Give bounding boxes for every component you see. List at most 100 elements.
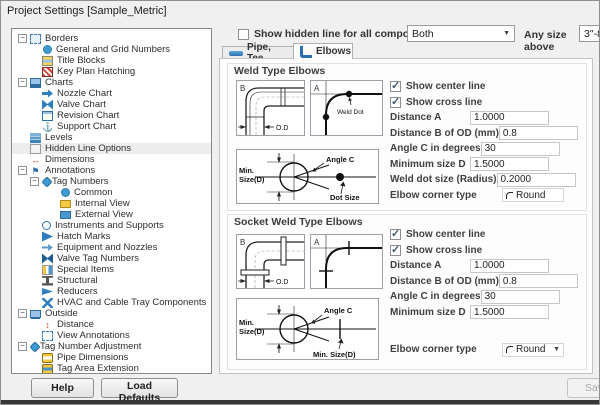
tree-item-pipe-dimensions[interactable]: Pipe Dimensions bbox=[24, 352, 211, 363]
component-filter-dropdown[interactable]: Both ▼ bbox=[407, 25, 515, 42]
min-size-label: Size(D) bbox=[239, 327, 265, 336]
outside-icon bbox=[30, 310, 41, 318]
field-label: Distance B of OD (mm) bbox=[390, 128, 499, 139]
view-annotations-icon bbox=[42, 331, 53, 341]
tree-item-outside[interactable]: Outside bbox=[12, 308, 211, 319]
tree-item-tag-numbers[interactable]: Tag Numbers bbox=[24, 176, 211, 187]
tree-label: General and Grid Numbers bbox=[56, 44, 170, 55]
tree-item-hatch-marks[interactable]: Hatch Marks bbox=[24, 231, 211, 242]
min-size-label: Min. bbox=[239, 166, 254, 175]
angle-c-label: Angle C bbox=[326, 155, 355, 164]
field-label: Elbow corner type bbox=[390, 190, 502, 201]
tree-item-key-plan-hatching[interactable]: Key Plan Hatching bbox=[24, 66, 211, 77]
minimum-size-d-input[interactable] bbox=[470, 305, 549, 319]
tree-item-external-view[interactable]: External View bbox=[42, 209, 211, 220]
collapse-icon[interactable] bbox=[18, 34, 27, 43]
collapse-icon[interactable] bbox=[30, 177, 39, 186]
elbow-corner-type-select[interactable]: Round ▼ bbox=[502, 343, 564, 357]
angle-c-label: Angle C bbox=[324, 306, 353, 315]
tree-item-title-blocks[interactable]: Title Blocks bbox=[24, 55, 211, 66]
field-label: Angle C in degrees bbox=[390, 143, 481, 154]
tree-item-tag-area-extension[interactable]: Tag Area Extension bbox=[24, 363, 211, 374]
distance-icon bbox=[42, 320, 53, 330]
tab-elbows[interactable]: Elbows bbox=[293, 43, 353, 59]
tree-item-nozzle-chart[interactable]: Nozzle Chart bbox=[24, 88, 211, 99]
tree-item-view-annotations[interactable]: View Annotations bbox=[24, 330, 211, 341]
checkbox-label: Show center line bbox=[406, 229, 584, 240]
checkbox-label: Show center line bbox=[406, 81, 584, 92]
distance-a-input[interactable] bbox=[470, 259, 549, 273]
tree-item-support-chart[interactable]: Support Chart bbox=[24, 121, 211, 132]
tree-item-hvac-cable-tray[interactable]: HVAC and Cable Tray Components bbox=[24, 297, 211, 308]
tree-item-instruments-supports[interactable]: Instruments and Supports bbox=[24, 220, 211, 231]
window-title: Project Settings [Sample_Metric] bbox=[7, 5, 167, 17]
support-chart-icon bbox=[42, 122, 53, 132]
distance-a-input[interactable] bbox=[470, 111, 549, 125]
distance-b-input[interactable] bbox=[499, 126, 578, 140]
tree-label: HVAC and Cable Tray Components bbox=[57, 297, 206, 308]
distance-b-input[interactable] bbox=[499, 274, 578, 288]
angle-c-input[interactable] bbox=[481, 142, 560, 156]
help-button[interactable]: Help bbox=[31, 378, 94, 398]
tree-item-special-items[interactable]: Special Items bbox=[24, 264, 211, 275]
tree-label: Hidden Line Options bbox=[45, 143, 131, 154]
tree-label: Equipment and Nozzles bbox=[57, 242, 157, 253]
tree-item-internal-view[interactable]: Internal View bbox=[42, 198, 211, 209]
collapse-icon[interactable] bbox=[18, 342, 27, 351]
tree-item-annotations[interactable]: Annotations bbox=[12, 165, 211, 176]
angle-c-input[interactable] bbox=[481, 290, 560, 304]
checkbox-label: Show cross line bbox=[406, 245, 584, 256]
revision-chart-icon bbox=[42, 111, 53, 121]
tree-item-reducers[interactable]: Reducers bbox=[24, 286, 211, 297]
tree-label: Revision Chart bbox=[57, 110, 119, 121]
levels-icon bbox=[30, 133, 41, 143]
show-center-line-checkbox[interactable] bbox=[390, 229, 401, 240]
load-defaults-button[interactable]: Load Defaults bbox=[101, 378, 178, 398]
size-filter-dropdown[interactable]: 3"-80 bbox=[579, 25, 600, 42]
field-label: Weld dot size (Radius) bbox=[390, 174, 497, 185]
weld-angle-diagram: Angle C Dot Size Min. Size(D) bbox=[236, 149, 379, 204]
min-size-label: Min. bbox=[239, 318, 254, 327]
tree-item-valve-tag-numbers[interactable]: Valve Tag Numbers bbox=[24, 253, 211, 264]
minimum-size-d-input[interactable] bbox=[470, 157, 549, 171]
weld-dot-size-input[interactable] bbox=[497, 173, 576, 187]
tree-item-levels[interactable]: Levels bbox=[12, 132, 211, 143]
show-center-line-checkbox[interactable] bbox=[390, 81, 401, 92]
tree-item-tag-number-adjustment[interactable]: Tag Number Adjustment bbox=[12, 341, 211, 352]
diagram-b-label: B bbox=[240, 238, 245, 247]
tree-label: Pipe Dimensions bbox=[57, 352, 128, 363]
tree-item-common[interactable]: Common bbox=[42, 187, 211, 198]
hvac-icon bbox=[42, 298, 53, 308]
weld-type-elbows-group: Weld Type Elbows B O.D bbox=[227, 63, 587, 211]
circle-icon bbox=[43, 45, 52, 54]
tree-item-distance[interactable]: Distance bbox=[24, 319, 211, 330]
valve-tag-icon bbox=[42, 254, 53, 264]
tree-item-borders[interactable]: Borders bbox=[12, 33, 211, 44]
field-row: Minimum size D bbox=[390, 157, 584, 173]
show-cross-line-checkbox[interactable] bbox=[390, 245, 401, 256]
tree-item-charts[interactable]: Charts bbox=[12, 77, 211, 88]
socket-diagram-b: B O.D bbox=[236, 234, 305, 289]
tree-item-equipment-nozzles[interactable]: Equipment and Nozzles bbox=[24, 242, 211, 253]
tree-label: Hatch Marks bbox=[57, 231, 110, 242]
weld-dot bbox=[323, 114, 329, 120]
save-button[interactable]: Save bbox=[567, 378, 600, 398]
tree-label: Tag Numbers bbox=[52, 176, 109, 187]
field-label: Angle C in degrees bbox=[390, 291, 481, 302]
show-hidden-line-checkbox[interactable] bbox=[238, 29, 249, 40]
tree-item-structural[interactable]: Structural bbox=[24, 275, 211, 286]
collapse-icon[interactable] bbox=[18, 166, 27, 175]
tree-item-revision-chart[interactable]: Revision Chart bbox=[24, 110, 211, 121]
structural-icon bbox=[42, 276, 53, 286]
collapse-icon[interactable] bbox=[18, 309, 27, 318]
tree-item-valve-chart[interactable]: Valve Chart bbox=[24, 99, 211, 110]
tree-item-dimensions[interactable]: Dimensions bbox=[12, 154, 211, 165]
collapse-icon[interactable] bbox=[18, 78, 27, 87]
socket-weld-type-elbows-group: Socket Weld Type Elbows B O.D bbox=[227, 214, 587, 370]
field-label: Distance B of OD (mm) bbox=[390, 276, 499, 287]
tree-label: Tag Area Extension bbox=[57, 363, 139, 374]
tree-item-hidden-line-options[interactable]: Hidden Line Options bbox=[12, 143, 211, 154]
show-cross-line-checkbox[interactable] bbox=[390, 97, 401, 108]
tree-item-general-grid-numbers[interactable]: General and Grid Numbers bbox=[24, 44, 211, 55]
elbow-corner-type-select[interactable]: Round bbox=[502, 188, 564, 202]
